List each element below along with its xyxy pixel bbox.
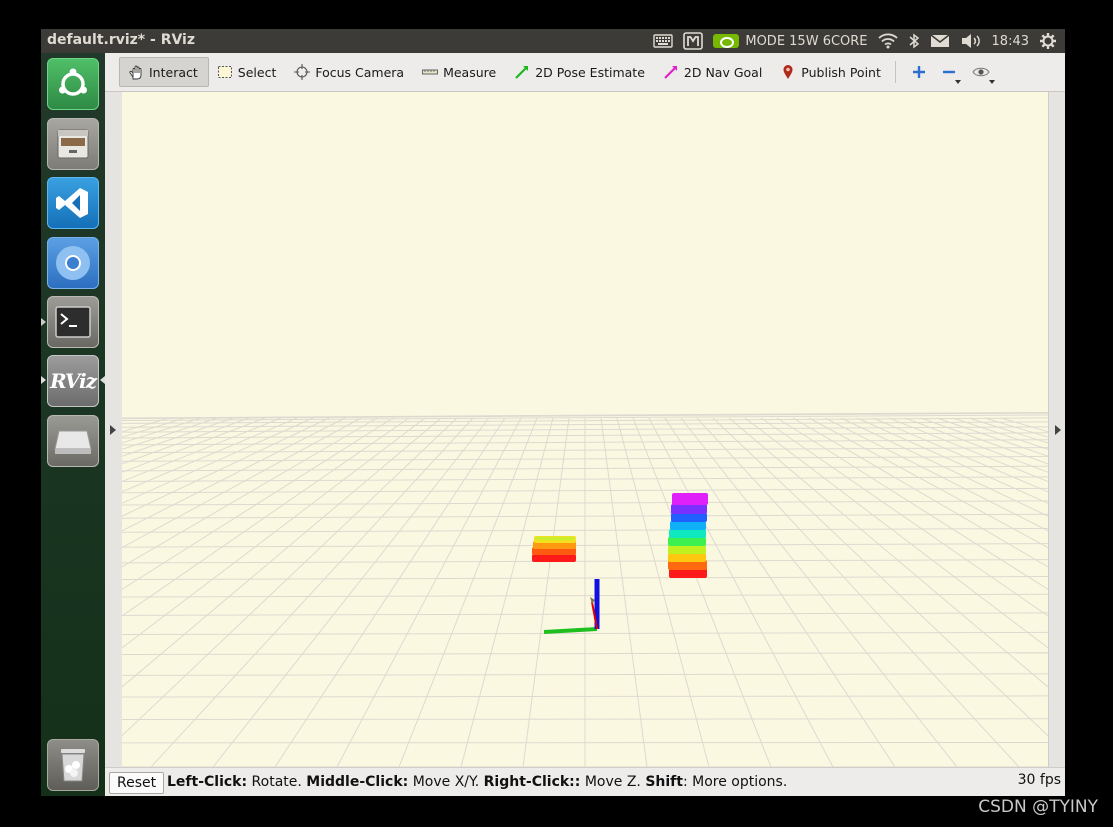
pointcloud-cluster-tall [668, 493, 708, 578]
unity-launcher: RViz [41, 53, 105, 796]
trash-icon[interactable] [47, 739, 99, 791]
wifi-icon[interactable] [877, 29, 898, 53]
render-viewport[interactable] [122, 92, 1048, 767]
magenta-arrow-icon [663, 64, 679, 80]
expand-right-arrow-icon [110, 425, 116, 435]
hint-shift-text: : More options. [682, 774, 788, 790]
tool-select[interactable]: Select [209, 57, 287, 87]
crosshair-icon [294, 64, 311, 80]
tool-select-label: Select [237, 64, 277, 80]
rviz-toolbar: Interact Select Focus Camera Measure 2D … [105, 53, 1065, 92]
expand-right-arrow-icon [1055, 425, 1061, 435]
minus-icon[interactable] [934, 57, 964, 87]
tool-focus-camera-label: Focus Camera [315, 64, 405, 80]
hint-middle-click-key: Middle-Click: [306, 774, 409, 790]
select-box-icon [217, 64, 233, 80]
hint-left-click-text: Rotate. [247, 774, 307, 790]
ruler-icon [422, 64, 439, 80]
left-panel-toggle[interactable] [105, 92, 123, 767]
ubuntu-icon[interactable] [47, 58, 99, 110]
tool-measure-label: Measure [443, 64, 497, 80]
hint-right-click-text: Move Z. [580, 774, 646, 790]
tool-focus-camera[interactable]: Focus Camera [286, 57, 414, 87]
vscode-icon[interactable] [47, 177, 99, 229]
right-panel-toggle[interactable] [1048, 92, 1065, 767]
fps-counter: 30 fps [1017, 772, 1061, 788]
files-icon[interactable] [47, 118, 99, 170]
tool-2d-pose-estimate[interactable]: 2D Pose Estimate [506, 57, 655, 87]
tool-interact-label: Interact [149, 64, 198, 80]
mate-icon[interactable] [683, 29, 704, 53]
power-mode-label: MODE 15W 6CORE [745, 33, 868, 49]
mouse-hint: Left-Click: Rotate. Middle-Click: Move X… [167, 774, 787, 790]
watermark: CSDN @TYINY [978, 797, 1098, 817]
desktop-screen: default.rviz* - RViz MODE 15W 6CORE 18:4… [41, 29, 1065, 796]
nvidia-power-mode[interactable]: MODE 15W 6CORE [713, 29, 868, 53]
chromium-icon[interactable] [47, 237, 99, 289]
tool-publish-point[interactable]: Publish Point [772, 57, 891, 87]
eye-dropdown-arrow [988, 80, 995, 84]
map-pin-icon [780, 64, 796, 80]
scene-3d[interactable] [122, 92, 1048, 767]
rviz-launcher-label: RViz [49, 369, 97, 393]
hint-shift-key: Shift [645, 774, 683, 790]
plus-icon[interactable] [904, 57, 934, 87]
tool-2d-nav-goal-label: 2D Nav Goal [683, 64, 763, 80]
hint-right-click-key: Right-Click:: [483, 774, 581, 790]
volume-icon[interactable] [960, 29, 982, 53]
window-title: default.rviz* - RViz [47, 32, 196, 48]
drive-icon[interactable] [47, 415, 99, 467]
gear-icon[interactable] [1039, 29, 1057, 53]
tool-publish-point-label: Publish Point [801, 64, 881, 80]
green-arrow-icon [514, 64, 530, 80]
system-tray: MODE 15W 6CORE 18:43 [653, 29, 1065, 53]
rviz-icon[interactable]: RViz [47, 355, 99, 407]
hint-left-click-key: Left-Click: [167, 774, 248, 790]
tool-measure[interactable]: Measure [414, 57, 506, 87]
pointcloud-cluster-small [532, 536, 576, 562]
rviz-running-indicator [41, 376, 46, 384]
tool-2d-nav-goal[interactable]: 2D Nav Goal [655, 57, 772, 87]
top-panel: default.rviz* - RViz MODE 15W 6CORE 18:4… [41, 29, 1065, 53]
toolbar-separator [894, 61, 896, 83]
eye-icon[interactable] [964, 57, 998, 87]
clock[interactable]: 18:43 [992, 29, 1029, 53]
hint-middle-click-text: Move X/Y. [408, 774, 484, 790]
reset-button[interactable]: Reset [109, 772, 165, 794]
status-bar: Reset Left-Click: Rotate. Middle-Click: … [105, 767, 1065, 796]
terminal-running-indicator [41, 318, 46, 326]
mail-icon[interactable] [930, 29, 950, 53]
tool-interact[interactable]: Interact [119, 57, 209, 87]
nvidia-icon [713, 34, 740, 48]
keyboard-icon[interactable] [653, 29, 674, 53]
terminal-icon[interactable] [47, 296, 99, 348]
minus-dropdown-arrow [954, 80, 961, 84]
tool-2d-pose-estimate-label: 2D Pose Estimate [535, 64, 645, 80]
hand-icon [128, 64, 144, 80]
bluetooth-icon[interactable] [908, 29, 920, 53]
